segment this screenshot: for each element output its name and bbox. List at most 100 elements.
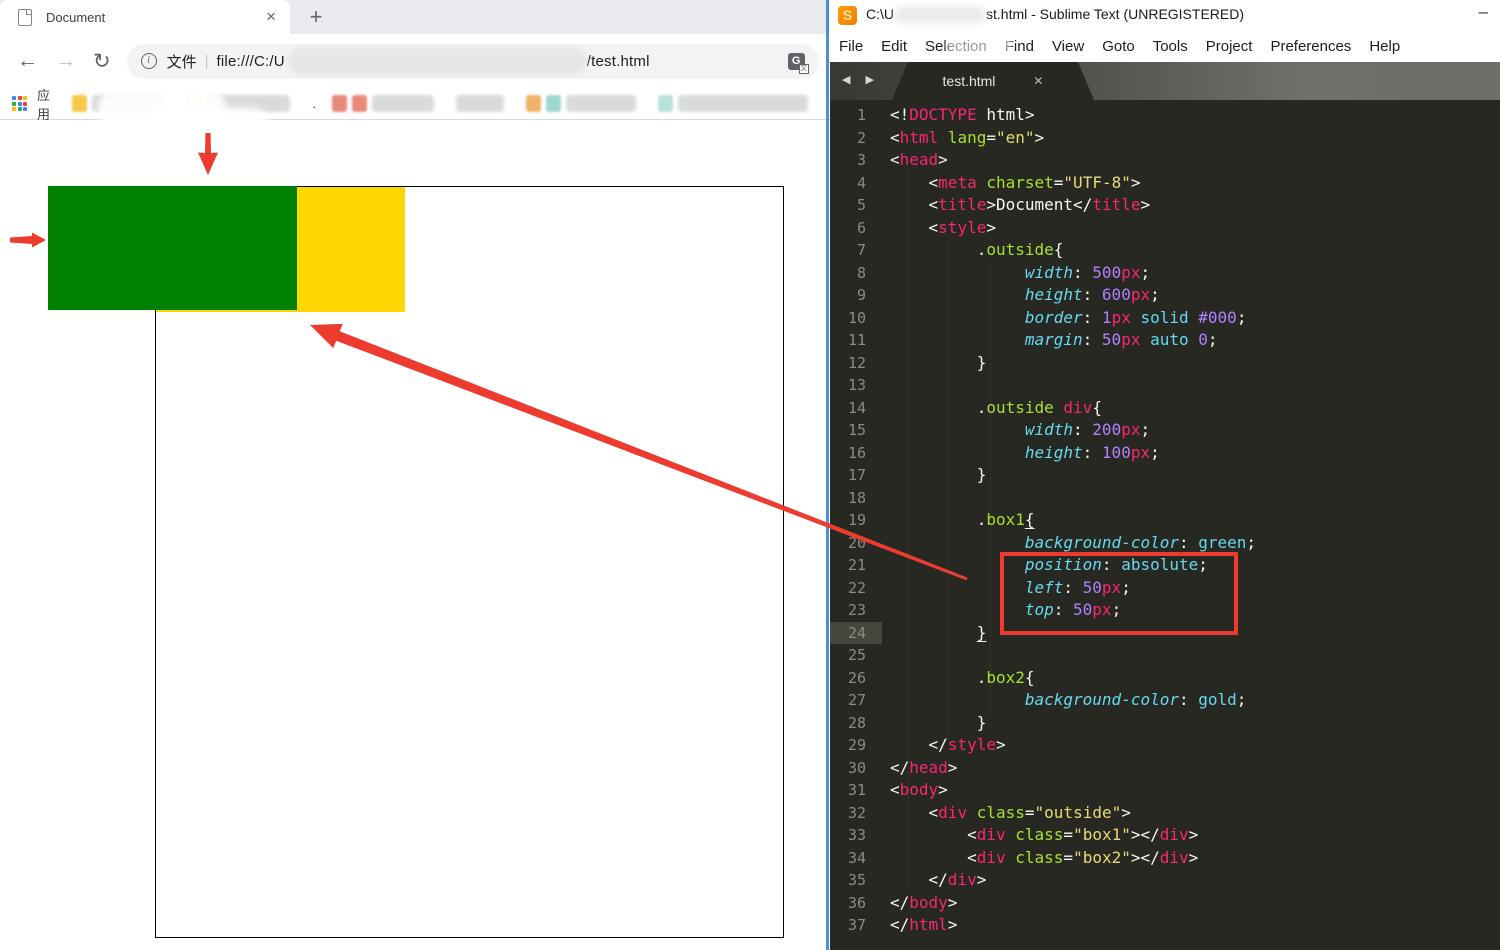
menu-help[interactable]: Help — [1360, 38, 1409, 55]
code-line: 34 <div class="box2"></div> — [830, 847, 1500, 870]
code-line: 14 .outside div{ — [830, 397, 1500, 420]
bookmark-item-redacted[interactable] — [658, 95, 808, 112]
line-number: 34 — [830, 847, 882, 870]
code-line: 1<!DOCTYPE html> — [830, 104, 1500, 127]
tab-close-icon[interactable]: × — [266, 7, 276, 27]
code-text: <!DOCTYPE html> — [882, 104, 1035, 127]
code-text: <meta charset="UTF-8"> — [882, 172, 1141, 195]
code-text: .outside{ — [882, 239, 1063, 262]
code-text: <div class="box1"></div> — [882, 824, 1198, 847]
back-icon[interactable]: ← — [17, 49, 38, 73]
code-editor[interactable]: 1<!DOCTYPE html>2<html lang="en">3<head>… — [830, 100, 1500, 950]
bookmark-dot: . — [312, 96, 316, 111]
line-number: 11 — [830, 329, 882, 352]
menu-edit[interactable]: Edit — [872, 38, 916, 55]
menu-view[interactable]: View — [1043, 38, 1093, 55]
address-bar[interactable]: i 文件 | file:///C:/U /test.html G 文 — [127, 44, 819, 79]
code-line: 11 margin: 50px auto 0; — [830, 329, 1500, 352]
sublime-tab-bar: ◀ ▶ test.html ✕ — [830, 62, 1500, 100]
bookmark-favicon — [546, 95, 561, 112]
code-line: 6 <style> — [830, 217, 1500, 240]
bookmark-item-redacted[interactable] — [526, 95, 636, 112]
apps-grid-icon[interactable] — [12, 96, 27, 111]
new-tab-button[interactable]: + — [303, 5, 329, 31]
line-number: 15 — [830, 419, 882, 442]
code-text: <title>Document</title> — [882, 194, 1150, 217]
code-line: 29 </style> — [830, 734, 1500, 757]
line-number: 27 — [830, 689, 882, 712]
line-number: 13 — [830, 374, 882, 397]
translate-wen: 文 — [799, 64, 809, 74]
apps-grid-dot — [18, 107, 22, 111]
code-line: 36</body> — [830, 892, 1500, 915]
line-number: 21 — [830, 554, 882, 577]
menu-file[interactable]: File — [830, 38, 872, 55]
url-text-suffix: /test.html — [587, 53, 650, 70]
code-line: 10 border: 1px solid #000; — [830, 307, 1500, 330]
browser-tab-document[interactable]: Document × — [0, 0, 290, 34]
minimize-icon[interactable]: – — [1479, 2, 1488, 22]
translate-icon[interactable]: G 文 — [788, 53, 805, 70]
code-line: 8 width: 500px; — [830, 262, 1500, 285]
line-number: 7 — [830, 239, 882, 262]
code-line: 16 height: 100px; — [830, 442, 1500, 465]
line-number: 2 — [830, 127, 882, 150]
code-text: </div> — [882, 869, 986, 892]
line-number: 16 — [830, 442, 882, 465]
line-number: 14 — [830, 397, 882, 420]
reload-icon[interactable]: ↻ — [93, 49, 111, 74]
bookmark-label-redacted — [678, 95, 808, 112]
line-number: 35 — [830, 869, 882, 892]
line-number: 29 — [830, 734, 882, 757]
code-text: </html> — [882, 914, 957, 937]
bookmark-favicon — [72, 95, 87, 112]
apps-grid-dot — [18, 96, 22, 100]
code-text: } — [882, 712, 986, 735]
sublime-tab-testhtml[interactable]: test.html ✕ — [892, 62, 1094, 100]
menu-goto[interactable]: Goto — [1093, 38, 1144, 55]
code-line: 33 <div class="box1"></div> — [830, 824, 1500, 847]
code-text — [882, 644, 890, 667]
sublime-menu-bar: FileEditSelectionFindViewGotoToolsProjec… — [830, 30, 1500, 62]
code-line: 17 } — [830, 464, 1500, 487]
sublime-tab-close-icon[interactable]: ✕ — [1033, 74, 1043, 88]
code-text: width: 200px; — [882, 419, 1150, 442]
forward-icon[interactable]: → — [55, 49, 76, 73]
code-line: 3<head> — [830, 149, 1500, 172]
url-text-prefix: file:///C:/U — [217, 53, 285, 70]
code-text: height: 100px; — [882, 442, 1160, 465]
history-arrows-icon[interactable]: ◀ ▶ — [842, 73, 880, 86]
code-line: 4 <meta charset="UTF-8"> — [830, 172, 1500, 195]
apps-label[interactable]: 应用 — [37, 85, 58, 123]
scheme-label: 文件 — [167, 51, 197, 72]
code-line: 28 } — [830, 712, 1500, 735]
bookmark-favicon — [352, 95, 367, 112]
code-text: } — [882, 352, 986, 375]
title-redaction — [894, 6, 986, 24]
sublime-title-bar[interactable]: S C:\Ust.html - Sublime Text (UNREGISTER… — [830, 0, 1500, 30]
bookmark-item-redacted[interactable] — [332, 95, 434, 112]
code-text — [882, 487, 890, 510]
code-text: width: 500px; — [882, 262, 1150, 285]
info-icon[interactable]: i — [141, 53, 157, 69]
apps-grid-dot — [23, 96, 27, 100]
line-number: 23 — [830, 599, 882, 622]
menu-preferences[interactable]: Preferences — [1261, 38, 1360, 55]
code-line: 2<html lang="en"> — [830, 127, 1500, 150]
code-line: 5 <title>Document</title> — [830, 194, 1500, 217]
line-number: 6 — [830, 217, 882, 240]
line-number: 30 — [830, 757, 882, 780]
code-text: </style> — [882, 734, 1006, 757]
code-text: } — [882, 622, 986, 645]
menu-project[interactable]: Project — [1197, 38, 1262, 55]
browser-tab-title: Document — [46, 10, 266, 25]
line-number: 19 — [830, 509, 882, 532]
bookmark-item-redacted[interactable] — [456, 95, 504, 112]
code-text: background-color: gold; — [882, 689, 1246, 712]
bookmark-label-redacted — [456, 95, 504, 112]
line-number: 31 — [830, 779, 882, 802]
bookmark-favicon — [658, 95, 673, 112]
menu-tools[interactable]: Tools — [1144, 38, 1197, 55]
code-line: 35 </div> — [830, 869, 1500, 892]
code-line: 30</head> — [830, 757, 1500, 780]
